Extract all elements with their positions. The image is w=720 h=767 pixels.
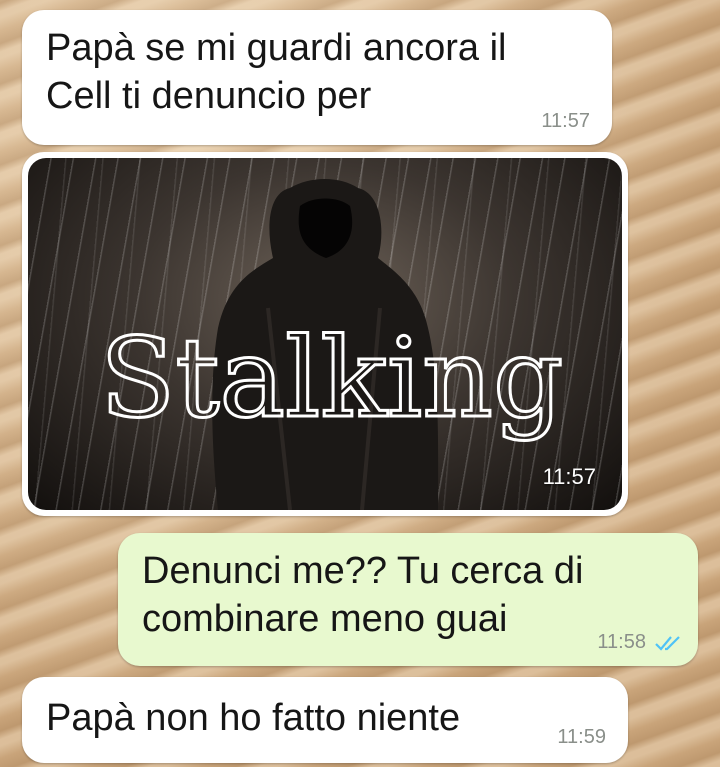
message-time: 11:57 [541,110,590,132]
message-bubble-incoming[interactable]: Papà non ho fatto niente 11:59 [22,677,628,763]
message-bubble-incoming[interactable]: Papà se mi guardi ancora il Cell ti denu… [22,10,612,145]
message-time: 11:57 [542,464,596,489]
message-time: 11:58 [597,631,646,653]
message-text: Denunci me?? Tu cerca di combinare meno … [142,550,584,640]
double-check-icon [655,636,680,651]
message-time: 11:59 [557,726,606,748]
message-text: Papà non ho fatto niente [46,697,461,739]
image-message-bubble[interactable]: Stalking 11:57 [22,152,628,516]
message-text: Papà se mi guardi ancora il Cell ti denu… [46,27,507,117]
svg-text:Stalking: Stalking [100,314,563,442]
stalking-image[interactable]: Stalking 11:57 [28,158,622,510]
stalking-title-graphic: Stalking [99,313,565,444]
message-bubble-outgoing[interactable]: Denunci me?? Tu cerca di combinare meno … [118,533,698,666]
